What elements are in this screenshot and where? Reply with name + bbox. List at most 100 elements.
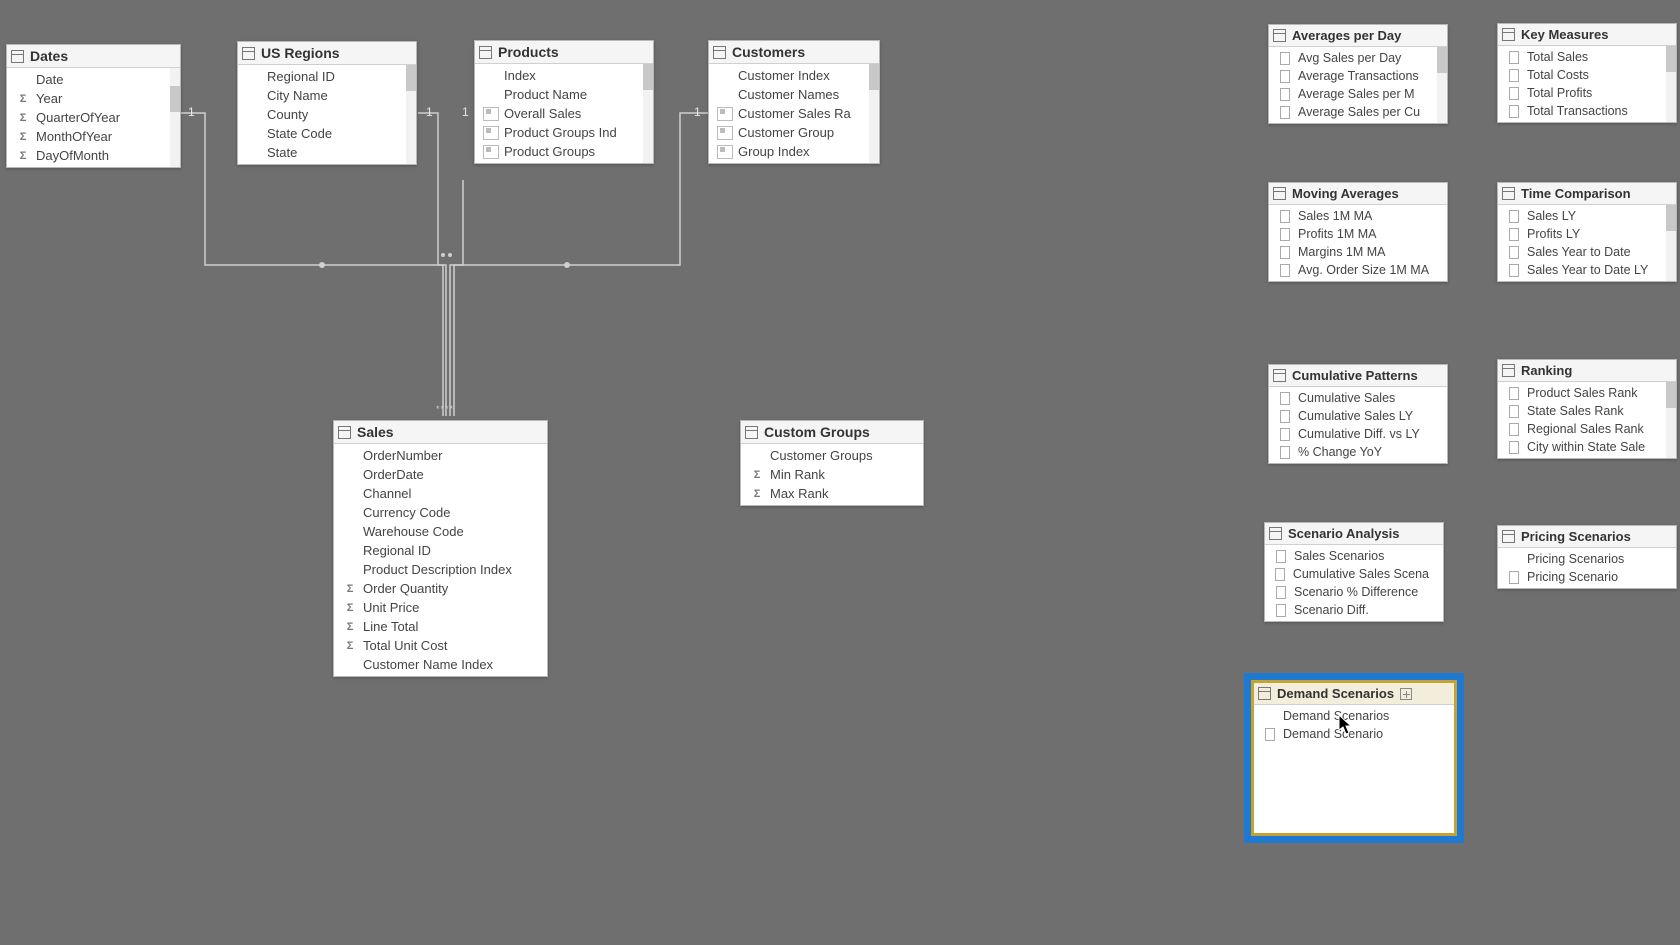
table-demand-scenarios-selection[interactable]: Demand Scenarios Demand Scenarios Demand…: [1245, 674, 1463, 842]
field-item[interactable]: Sales Year to Date LY: [1498, 261, 1676, 279]
field-item[interactable]: Total Transactions: [1498, 102, 1676, 120]
field-item[interactable]: Regional Sales Rank: [1498, 420, 1676, 438]
field-item[interactable]: OrderDate: [334, 465, 547, 484]
field-item[interactable]: Sales LY: [1498, 207, 1676, 225]
field-item[interactable]: Total Unit Cost: [334, 636, 547, 655]
field-item[interactable]: Cumulative Sales: [1269, 389, 1447, 407]
field-item[interactable]: Pricing Scenarios: [1498, 550, 1676, 568]
field-item[interactable]: Customer Sales Ra: [709, 104, 879, 123]
field-item[interactable]: State Code: [238, 124, 416, 143]
measure-icon: [1506, 227, 1522, 241]
table-demand-scenarios[interactable]: Demand Scenarios Demand Scenarios Demand…: [1251, 680, 1457, 836]
field-item[interactable]: Currency Code: [334, 503, 547, 522]
field-item[interactable]: Product Sales Rank: [1498, 384, 1676, 402]
field-item[interactable]: Customer Index: [709, 66, 879, 85]
sigma-icon: [15, 92, 31, 106]
field-item[interactable]: Sales Scenarios: [1265, 547, 1443, 565]
table-products[interactable]: Products Index Product Name Overall Sale…: [474, 40, 654, 164]
scrollbar[interactable]: [1666, 46, 1676, 122]
expand-icon[interactable]: [1400, 688, 1412, 700]
measure-icon: [1506, 209, 1522, 223]
table-custom-groups[interactable]: Custom Groups Customer Groups Min Rank M…: [740, 420, 924, 506]
field-item[interactable]: Customer Names: [709, 85, 879, 104]
field-item[interactable]: Group Index: [709, 142, 879, 161]
field-item[interactable]: Profits 1M MA: [1269, 225, 1447, 243]
field-item[interactable]: Warehouse Code: [334, 522, 547, 541]
field-item[interactable]: Product Groups: [475, 142, 653, 161]
table-dates[interactable]: Dates Date Year QuarterOfYear MonthOfYea…: [6, 44, 181, 168]
table-customers[interactable]: Customers Customer Index Customer Names …: [708, 40, 880, 164]
table-sales[interactable]: Sales OrderNumber OrderDate Channel Curr…: [333, 420, 548, 677]
field-item[interactable]: Total Costs: [1498, 66, 1676, 84]
field-item[interactable]: Product Description Index: [334, 560, 547, 579]
table-key-measures[interactable]: Key Measures Total Sales Total Costs Tot…: [1497, 23, 1677, 123]
field-item[interactable]: Avg. Order Size 1M MA: [1269, 261, 1447, 279]
field-item[interactable]: Margins 1M MA: [1269, 243, 1447, 261]
field-item[interactable]: OrderNumber: [334, 446, 547, 465]
field-item[interactable]: Line Total: [334, 617, 547, 636]
model-diagram-canvas[interactable]: 1 1 1 1 **** Dates Date Year QuarterOfYe…: [0, 0, 1680, 945]
field-item[interactable]: City within State Sale: [1498, 438, 1676, 456]
field-item[interactable]: Unit Price: [334, 598, 547, 617]
field-item[interactable]: Cumulative Diff. vs LY: [1269, 425, 1447, 443]
field-item[interactable]: State: [238, 143, 416, 162]
field-item[interactable]: Max Rank: [741, 484, 923, 503]
field-item[interactable]: Min Rank: [741, 465, 923, 484]
field-item[interactable]: Cumulative Sales Scena: [1265, 565, 1443, 583]
field-item[interactable]: Total Sales: [1498, 48, 1676, 66]
measure-icon: [1506, 245, 1522, 259]
field-item[interactable]: Scenario % Difference: [1265, 583, 1443, 601]
measure-icon: [1506, 86, 1522, 100]
table-ranking[interactable]: Ranking Product Sales Rank State Sales R…: [1497, 359, 1677, 459]
field-item[interactable]: Average Sales per Cu: [1269, 103, 1447, 121]
field-item[interactable]: DayOfMonth: [7, 146, 180, 165]
table-pricing-scenarios[interactable]: Pricing Scenarios Pricing Scenarios Pric…: [1497, 525, 1677, 589]
scrollbar[interactable]: [1666, 205, 1676, 281]
field-item[interactable]: Order Quantity: [334, 579, 547, 598]
scrollbar[interactable]: [869, 64, 879, 163]
table-moving-averages[interactable]: Moving Averages Sales 1M MA Profits 1M M…: [1268, 182, 1448, 282]
field-item[interactable]: Date: [7, 70, 180, 89]
field-item[interactable]: Sales Year to Date: [1498, 243, 1676, 261]
field-item[interactable]: State Sales Rank: [1498, 402, 1676, 420]
field-item[interactable]: Product Groups Ind: [475, 123, 653, 142]
scrollbar[interactable]: [1437, 47, 1447, 123]
scrollbar[interactable]: [406, 65, 416, 164]
field-item[interactable]: Average Transactions: [1269, 67, 1447, 85]
field-item[interactable]: Avg Sales per Day: [1269, 49, 1447, 67]
field-item[interactable]: County: [238, 105, 416, 124]
measure-icon: [1506, 68, 1522, 82]
field-item[interactable]: Cumulative Sales LY: [1269, 407, 1447, 425]
field-item[interactable]: Customer Name Index: [334, 655, 547, 674]
table-scenario-analysis[interactable]: Scenario Analysis Sales Scenarios Cumula…: [1264, 522, 1444, 622]
field-item[interactable]: Profits LY: [1498, 225, 1676, 243]
table-us-regions[interactable]: US Regions Regional ID City Name County …: [237, 41, 417, 165]
field-item[interactable]: Sales 1M MA: [1269, 207, 1447, 225]
scrollbar[interactable]: [1666, 382, 1676, 458]
field-item[interactable]: Regional ID: [238, 67, 416, 86]
field-item[interactable]: Customer Groups: [741, 446, 923, 465]
field-item[interactable]: Overall Sales: [475, 104, 653, 123]
field-item[interactable]: Regional ID: [334, 541, 547, 560]
field-item[interactable]: Product Name: [475, 85, 653, 104]
scrollbar[interactable]: [170, 68, 180, 167]
field-item[interactable]: Pricing Scenario: [1498, 568, 1676, 586]
field-item[interactable]: Demand Scenario: [1254, 725, 1454, 743]
field-item[interactable]: % Change YoY: [1269, 443, 1447, 461]
table-cumulative-patterns[interactable]: Cumulative Patterns Cumulative Sales Cum…: [1268, 364, 1448, 464]
field-item[interactable]: MonthOfYear: [7, 127, 180, 146]
field-item[interactable]: City Name: [238, 86, 416, 105]
field-item[interactable]: QuarterOfYear: [7, 108, 180, 127]
table-time-comparison[interactable]: Time Comparison Sales LY Profits LY Sale…: [1497, 182, 1677, 282]
field-item[interactable]: Channel: [334, 484, 547, 503]
field-item[interactable]: Index: [475, 66, 653, 85]
scrollbar[interactable]: [643, 64, 653, 163]
field-item[interactable]: Scenario Diff.: [1265, 601, 1443, 619]
field-item[interactable]: Total Profits: [1498, 84, 1676, 102]
table-icon: [1502, 187, 1515, 200]
field-item[interactable]: Customer Group: [709, 123, 879, 142]
field-item[interactable]: Year: [7, 89, 180, 108]
field-item[interactable]: Average Sales per M: [1269, 85, 1447, 103]
table-averages-per-day[interactable]: Averages per Day Avg Sales per Day Avera…: [1268, 24, 1448, 124]
field-item[interactable]: Demand Scenarios: [1254, 707, 1454, 725]
